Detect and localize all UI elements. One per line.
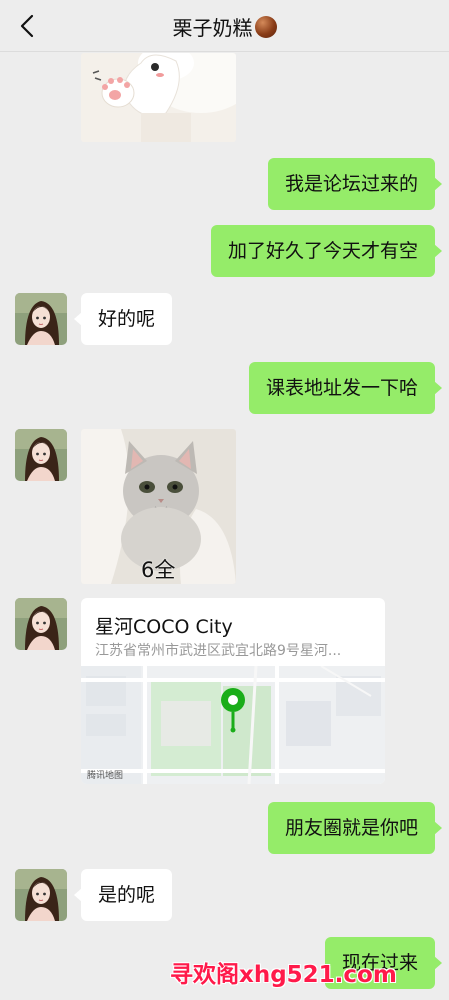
sticker-caption: 6全: [141, 558, 176, 582]
message-text: 加了好久了今天才有空: [227, 240, 418, 262]
location-message[interactable]: 星河COCO City 江苏省常州市武进区武宜北路9号星河... 腾讯地图: [81, 598, 385, 784]
message-text: 是的呢: [98, 884, 156, 906]
incoming-message[interactable]: 是的呢: [73, 869, 173, 921]
message-list[interactable]: 我是论坛过来的 加了好久了今天才有空 好的呢 课表地址发一下哈 6全 星河COC…: [0, 53, 449, 1000]
contact-avatar[interactable]: [15, 429, 67, 481]
chat-header: 栗子奶糕: [0, 0, 449, 52]
contact-avatar[interactable]: [15, 598, 67, 650]
contact-avatar[interactable]: [15, 293, 67, 345]
contact-avatar[interactable]: [15, 869, 67, 921]
site-watermark: 寻欢阁xhg521.com: [170, 962, 397, 988]
cat-paw-sticker[interactable]: [81, 53, 236, 142]
map-provider-label: 腾讯地图: [87, 771, 124, 781]
contact-name: 栗子奶糕: [172, 16, 253, 40]
incoming-message[interactable]: 好的呢: [73, 293, 173, 345]
outgoing-message[interactable]: 课表地址发一下哈: [248, 362, 443, 414]
message-text: 我是论坛过来的: [284, 173, 418, 195]
message-text: 好的呢: [98, 308, 156, 330]
message-text: 课表地址发一下哈: [265, 377, 418, 399]
outgoing-message[interactable]: 我是论坛过来的: [267, 158, 443, 210]
outgoing-message[interactable]: 加了好久了今天才有空: [210, 225, 443, 277]
location-map: [81, 666, 385, 784]
location-address: 江苏省常州市武进区武宜北路9号星河...: [95, 643, 342, 659]
location-name: 星河COCO City: [95, 616, 233, 638]
chat-title[interactable]: 栗子奶糕: [0, 12, 449, 41]
message-text: 朋友圈就是你吧: [284, 817, 418, 839]
chestnut-emoji-icon: [254, 16, 277, 38]
outgoing-message[interactable]: 朋友圈就是你吧: [267, 802, 443, 854]
grey-cat-sticker[interactable]: 6全: [81, 429, 236, 584]
